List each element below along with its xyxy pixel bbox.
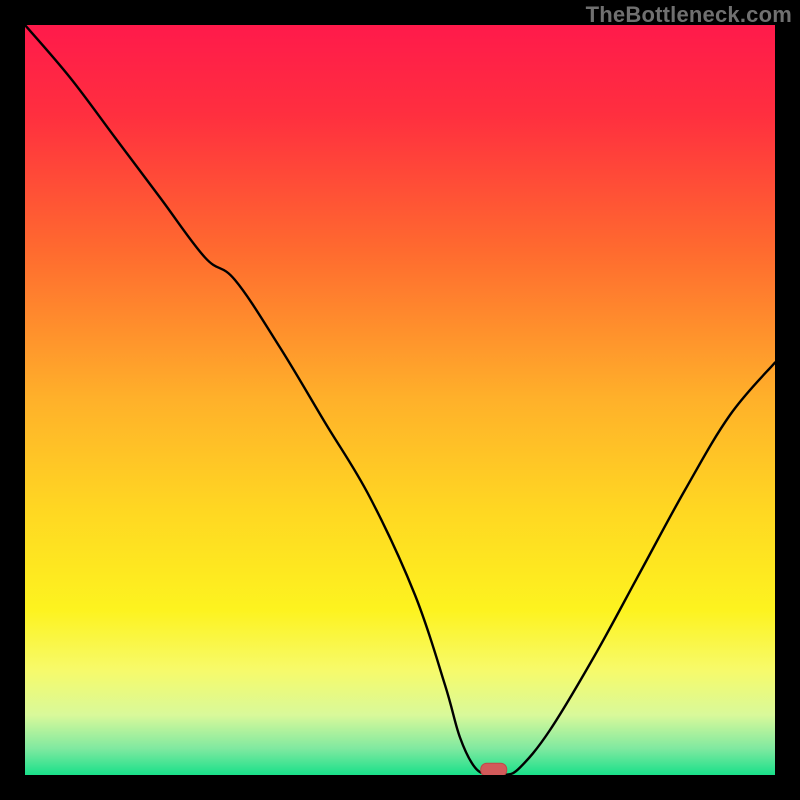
gradient-background <box>25 25 775 775</box>
watermark-text: TheBottleneck.com <box>586 2 792 28</box>
plot-inner <box>25 25 775 775</box>
bottleneck-chart <box>25 25 775 775</box>
optimum-marker <box>481 763 507 775</box>
chart-frame: TheBottleneck.com <box>0 0 800 800</box>
plot-area <box>25 25 775 775</box>
